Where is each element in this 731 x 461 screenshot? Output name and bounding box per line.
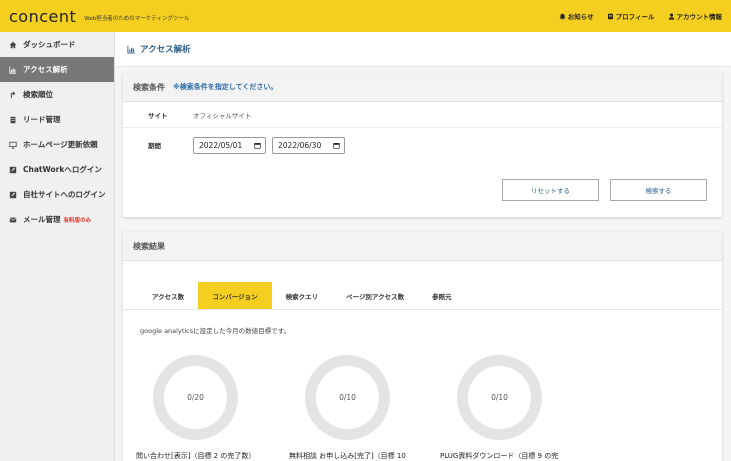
search-results-card: 検索結果 アクセス数 コンバージョン 検索クエリ ページ別アクセス数 参照元 g… — [123, 232, 722, 461]
goal-label: PLUG資料ダウンロード（目標 9 の完 — [440, 452, 559, 460]
sidebar-item-site-login[interactable]: 自社サイトへのログイン — [0, 182, 114, 207]
period-label: 期間 — [148, 142, 161, 150]
date-from-input[interactable]: 2022/05/01 — [193, 136, 266, 154]
search-conditions-title: 検索条件 — [133, 82, 165, 92]
sidebar: ダッシュボード アクセス解析 検索順位 リード管理 ホームページ更新依頼 Cha… — [0, 32, 115, 461]
site-value: オフィシャルサイト — [193, 112, 252, 120]
sidebar-item-label: アクセス解析 — [23, 65, 68, 74]
goal-value: 0/10 — [491, 393, 508, 402]
search-results-title: 検索結果 — [133, 241, 165, 251]
sidebar-item-label: ダッシュボード — [23, 40, 76, 49]
document-icon — [10, 116, 16, 123]
sidebar-item-lead-management[interactable]: リード管理 — [0, 107, 114, 132]
reset-button[interactable]: リセットする — [502, 179, 599, 201]
page-header: アクセス解析 — [115, 32, 731, 67]
monitor-icon — [9, 141, 17, 149]
sidebar-item-mail-management[interactable]: メール管理 有料版のみ — [0, 207, 114, 232]
nav-account-label: アカウント情報 — [676, 13, 723, 21]
search-button[interactable]: 検索する — [610, 179, 707, 201]
tab-conversion[interactable]: コンバージョン — [198, 282, 272, 309]
nav-notifications[interactable]: お知らせ — [559, 11, 594, 21]
goals-description: google analyticsに設定した今月の数値目標です。 — [140, 327, 290, 335]
goal-donut-chart: 0/10 — [305, 355, 390, 440]
sidebar-item-label: メール管理 — [23, 215, 61, 224]
nav-profile-label: プロフィール — [615, 13, 655, 21]
sidebar-item-homepage-update[interactable]: ホームページ更新依頼 — [0, 132, 114, 157]
paid-only-badge: 有料版のみ — [63, 217, 92, 224]
tab-access-count[interactable]: アクセス数 — [138, 282, 198, 309]
goal-label: 問い合わせ[表示]（目標 2 の完了数） — [136, 452, 256, 460]
nav-profile[interactable]: プロフィール — [607, 11, 655, 21]
goal-value: 0/10 — [339, 393, 356, 402]
tab-page-access[interactable]: ページ別アクセス数 — [332, 282, 418, 309]
date-from-value: 2022/05/01 — [199, 140, 243, 150]
site-label: サイト — [148, 112, 168, 120]
search-conditions-note: ※検索条件を指定してください。 — [173, 83, 278, 91]
arrow-up-icon — [10, 90, 16, 98]
date-to-value: 2022/06/30 — [278, 140, 322, 150]
tagline: Web担当者のためのマーケティングツール — [84, 15, 190, 22]
bar-chart-icon — [127, 45, 136, 54]
sidebar-item-search-ranking[interactable]: 検索順位 — [0, 82, 114, 107]
goal-value: 0/20 — [187, 393, 204, 402]
goal-donut-chart: 0/10 — [457, 355, 542, 440]
calendar-icon — [333, 142, 340, 149]
site-row: サイト オフィシャルサイト — [123, 107, 251, 123]
period-row: 期間 2022/05/01 2022/06/30 — [123, 136, 345, 154]
tab-referrer[interactable]: 参照元 — [418, 282, 466, 309]
page-title: アクセス解析 — [140, 45, 191, 55]
sidebar-item-label: 検索順位 — [23, 90, 53, 99]
nav-notifications-label: お知らせ — [567, 13, 594, 21]
search-results-header: 検索結果 — [123, 232, 722, 261]
sidebar-item-dashboard[interactable]: ダッシュボード — [0, 32, 114, 57]
edit-icon — [9, 191, 17, 198]
id-card-icon — [607, 13, 613, 19]
mail-icon — [9, 217, 17, 222]
logo[interactable]: concent — [9, 7, 76, 26]
main-content: アクセス解析 検索条件 ※検索条件を指定してください。 サイト オフィシャルサイ… — [115, 32, 731, 461]
search-conditions-header: 検索条件 ※検索条件を指定してください。 — [123, 73, 722, 102]
edit-icon — [9, 166, 17, 173]
bell-icon — [559, 13, 566, 20]
sidebar-item-label: 自社サイトへのログイン — [23, 190, 106, 199]
user-icon — [668, 13, 674, 20]
sidebar-item-chatwork-login[interactable]: ChatWorkへログイン — [0, 157, 114, 182]
nav-account[interactable]: アカウント情報 — [668, 11, 723, 21]
goal-label: 無料相談 お申し込み[完了]（目標 10 — [289, 452, 406, 460]
search-conditions-card: 検索条件 ※検索条件を指定してください。 サイト オフィシャルサイト 期間 20… — [123, 73, 722, 217]
results-tabs: アクセス数 コンバージョン 検索クエリ ページ別アクセス数 参照元 — [138, 282, 466, 309]
date-to-input[interactable]: 2022/06/30 — [272, 136, 345, 154]
home-icon — [9, 41, 17, 48]
bar-chart-icon — [9, 66, 17, 74]
calendar-icon — [254, 142, 261, 149]
tab-divider — [123, 309, 722, 310]
sidebar-item-label: ChatWorkへログイン — [23, 165, 102, 174]
goal-donut-chart: 0/20 — [153, 355, 238, 440]
tab-search-query[interactable]: 検索クエリ — [272, 282, 333, 309]
sidebar-item-label: リード管理 — [23, 115, 61, 124]
top-nav: お知らせ プロフィール アカウント情報 — [559, 0, 722, 32]
sidebar-item-label: ホームページ更新依頼 — [23, 140, 98, 149]
sidebar-item-access-analytics[interactable]: アクセス解析 — [0, 57, 114, 82]
top-bar: concent Web担当者のためのマーケティングツール お知らせ プロフィール… — [0, 0, 731, 32]
divider — [123, 127, 722, 128]
